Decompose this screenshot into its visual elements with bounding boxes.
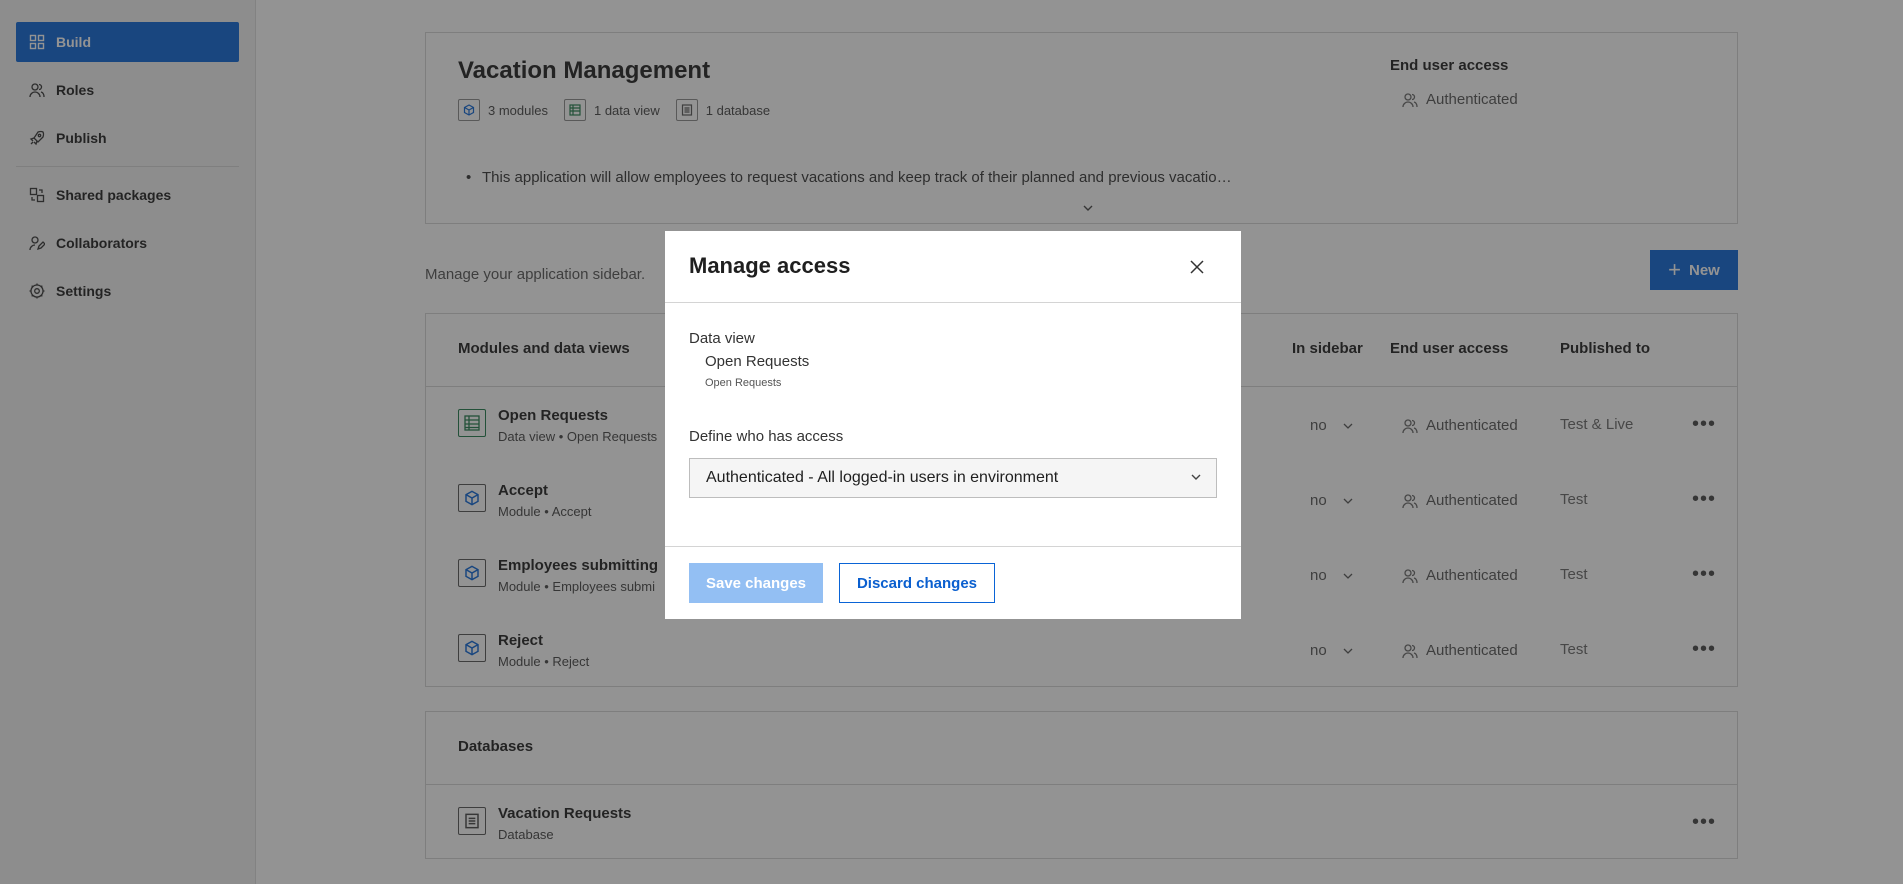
data-view-label: Data view [689, 330, 755, 347]
define-access-label: Define who has access [689, 428, 844, 445]
close-icon[interactable] [1185, 255, 1209, 279]
divider [665, 546, 1241, 547]
data-view-name: Open Requests [705, 353, 810, 370]
discard-changes-button[interactable]: Discard changes [839, 563, 995, 603]
access-select-value: Authenticated - All logged-in users in e… [706, 469, 1059, 486]
chevron-down-icon [1190, 473, 1202, 481]
data-view-subtitle: Open Requests [705, 377, 782, 389]
access-select[interactable]: Authenticated - All logged-in users in e… [689, 458, 1217, 498]
manage-access-dialog: Manage access Data view Open Requests Op… [665, 231, 1241, 619]
modal-title: Manage access [689, 253, 851, 278]
save-changes-button[interactable]: Save changes [689, 563, 823, 603]
divider [665, 302, 1241, 303]
